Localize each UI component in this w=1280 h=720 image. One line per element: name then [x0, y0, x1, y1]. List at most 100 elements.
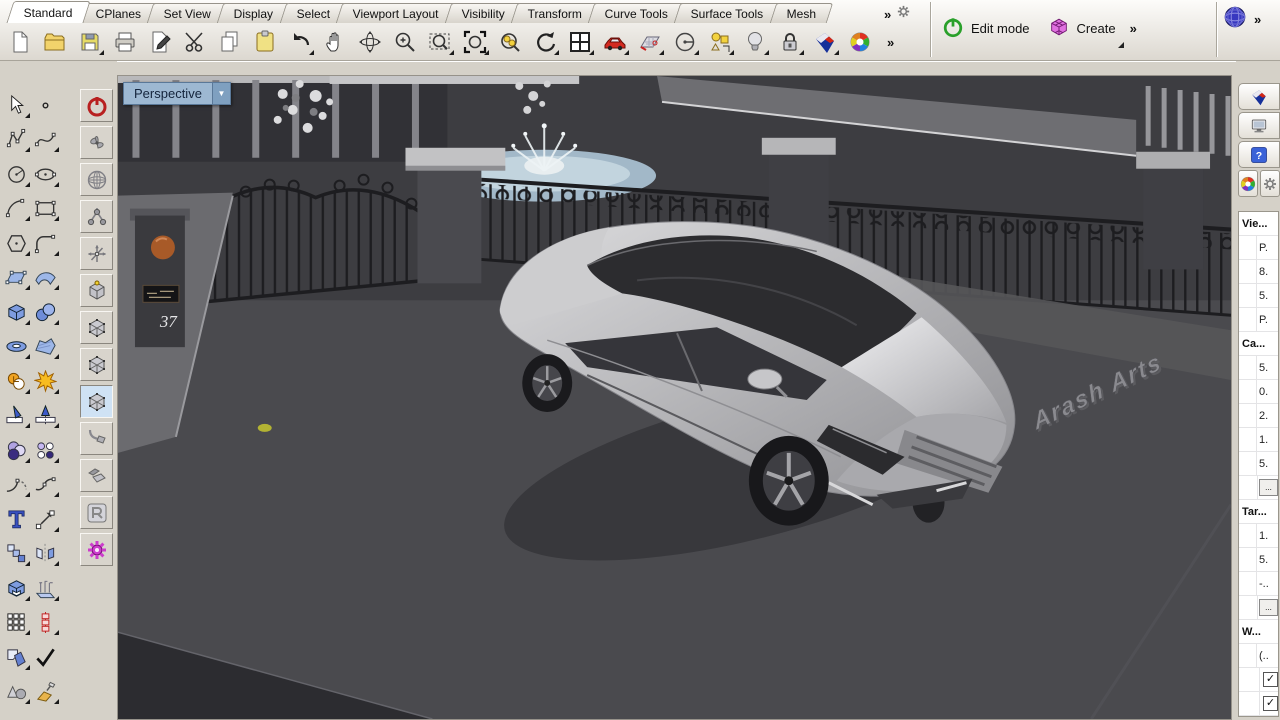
- viewport-title-tab[interactable]: Perspective ▼: [123, 82, 231, 105]
- cut-icon[interactable]: [181, 28, 209, 56]
- pointer-icon[interactable]: [3, 92, 30, 119]
- viewport-properties-tab-icon[interactable]: [1238, 112, 1280, 139]
- property-value[interactable]: P.: [1257, 242, 1278, 254]
- undo-view-change-icon[interactable]: [531, 28, 559, 56]
- patch-icon[interactable]: [32, 333, 59, 360]
- save-icon[interactable]: [76, 28, 104, 56]
- undo-icon[interactable]: [286, 28, 314, 56]
- tab-surface-tools[interactable]: Surface Tools: [674, 3, 782, 23]
- orient-tool-icon[interactable]: [80, 459, 113, 492]
- create-button[interactable]: Create: [1044, 13, 1124, 48]
- viewport-layout-icon[interactable]: [566, 28, 594, 56]
- checkbox[interactable]: ✓: [1263, 672, 1278, 687]
- ellipsis-button[interactable]: ...: [1259, 479, 1278, 496]
- help-tab-icon[interactable]: ?: [1238, 141, 1280, 168]
- property-value[interactable]: (..: [1257, 650, 1278, 662]
- cap-solid-icon[interactable]: [3, 575, 30, 602]
- surface-plane-icon[interactable]: [3, 264, 30, 291]
- mesh-overflow-chevrons[interactable]: »: [1254, 13, 1261, 26]
- mesh-sphere-icon[interactable]: [1222, 4, 1248, 35]
- array-linear-icon[interactable]: [32, 609, 59, 636]
- display-mode-icon[interactable]: [811, 28, 839, 56]
- cube-corner-point-icon[interactable]: [80, 274, 113, 307]
- property-value[interactable]: 5.: [1257, 290, 1278, 302]
- select-objects-icon[interactable]: [706, 28, 734, 56]
- property-value[interactable]: 1.: [1257, 434, 1278, 446]
- check-icon[interactable]: [32, 644, 59, 671]
- record-history-icon[interactable]: [80, 89, 113, 122]
- sphere-icon[interactable]: [32, 299, 59, 326]
- open-file-icon[interactable]: [41, 28, 69, 56]
- color-tab-icon[interactable]: [1238, 170, 1258, 197]
- circle-icon[interactable]: [3, 161, 30, 188]
- trim-icon[interactable]: [3, 402, 30, 429]
- rectangle-icon[interactable]: [32, 195, 59, 222]
- property-value[interactable]: 5.: [1257, 554, 1278, 566]
- gumball-globe-icon[interactable]: [80, 163, 113, 196]
- export-annotate-icon[interactable]: [146, 28, 174, 56]
- zoom-window-icon[interactable]: [426, 28, 454, 56]
- constraint-joint-icon[interactable]: [80, 200, 113, 233]
- edit-mode-button[interactable]: Edit mode: [938, 13, 1034, 44]
- copy-objects-icon[interactable]: [3, 540, 30, 567]
- rotate-view-icon[interactable]: [356, 28, 384, 56]
- property-value[interactable]: -..: [1257, 578, 1278, 590]
- property-value[interactable]: 2.: [1257, 410, 1278, 422]
- lights-icon[interactable]: [741, 28, 769, 56]
- mirror-icon[interactable]: [32, 540, 59, 567]
- copy-icon[interactable]: [216, 28, 244, 56]
- checkbox[interactable]: ✓: [1263, 696, 1278, 711]
- tab-viewport-layout[interactable]: Viewport Layout: [335, 3, 457, 23]
- blend-curve-icon[interactable]: [3, 471, 30, 498]
- perspective-viewport[interactable]: 37 Arash Arts Arash Arts Perspective ▼: [117, 75, 1232, 720]
- named-view-car-icon[interactable]: [601, 28, 629, 56]
- primitives-icon[interactable]: [3, 678, 30, 705]
- ellipse-icon[interactable]: [32, 161, 59, 188]
- tab-set-view[interactable]: Set View: [146, 3, 229, 23]
- extend-curve-icon[interactable]: [32, 471, 59, 498]
- boolean-intersect-icon[interactable]: [3, 437, 30, 464]
- lock-icon[interactable]: [776, 28, 804, 56]
- tab-overflow-chevrons[interactable]: »: [884, 8, 891, 21]
- property-value[interactable]: 5.: [1257, 362, 1278, 374]
- radius-circle-icon[interactable]: [671, 28, 699, 56]
- property-value[interactable]: 0.: [1257, 386, 1278, 398]
- array-grid-icon[interactable]: [3, 609, 30, 636]
- boolean-difference-icon[interactable]: [3, 644, 30, 671]
- surface-bend-icon[interactable]: [32, 264, 59, 291]
- settings-tab-icon[interactable]: [1260, 170, 1280, 197]
- text-icon[interactable]: [3, 506, 30, 533]
- move-axes-icon[interactable]: [80, 237, 113, 270]
- boolean-union-icon[interactable]: [3, 368, 30, 395]
- property-value[interactable]: 5.: [1257, 458, 1278, 470]
- color-wheel-icon[interactable]: [846, 28, 874, 56]
- property-value[interactable]: 1.: [1257, 530, 1278, 542]
- manipulator-fan-icon[interactable]: [80, 126, 113, 159]
- polyline-icon[interactable]: [3, 126, 30, 153]
- point-icon[interactable]: [32, 92, 59, 119]
- toolbar-gear-icon[interactable]: [895, 3, 912, 25]
- property-value[interactable]: 8.: [1257, 266, 1278, 278]
- tab-curve-tools[interactable]: Curve Tools: [587, 3, 686, 23]
- tab-standard[interactable]: Standard: [6, 1, 91, 23]
- property-value[interactable]: P.: [1257, 314, 1278, 326]
- point-cloud-icon[interactable]: [32, 437, 59, 464]
- new-file-icon[interactable]: [6, 28, 34, 56]
- split-icon[interactable]: [32, 402, 59, 429]
- polygon-icon[interactable]: [3, 230, 30, 257]
- print-icon[interactable]: [111, 28, 139, 56]
- paste-icon[interactable]: [251, 28, 279, 56]
- cplane-icon[interactable]: [636, 28, 664, 56]
- pan-icon[interactable]: [321, 28, 349, 56]
- tab-transform[interactable]: Transform: [510, 3, 600, 23]
- box-icon[interactable]: [3, 299, 30, 326]
- display-mode-tab-icon[interactable]: [1238, 83, 1280, 110]
- zoom-selected-icon[interactable]: [496, 28, 524, 56]
- bend-tool-icon[interactable]: [80, 422, 113, 455]
- wire-cube-b-icon[interactable]: [80, 348, 113, 381]
- arc-icon[interactable]: [3, 195, 30, 222]
- zoom-dynamic-icon[interactable]: [391, 28, 419, 56]
- curve-icon[interactable]: [32, 126, 59, 153]
- options-gear-icon[interactable]: [80, 533, 113, 566]
- tab-cplanes[interactable]: CPlanes: [78, 3, 159, 23]
